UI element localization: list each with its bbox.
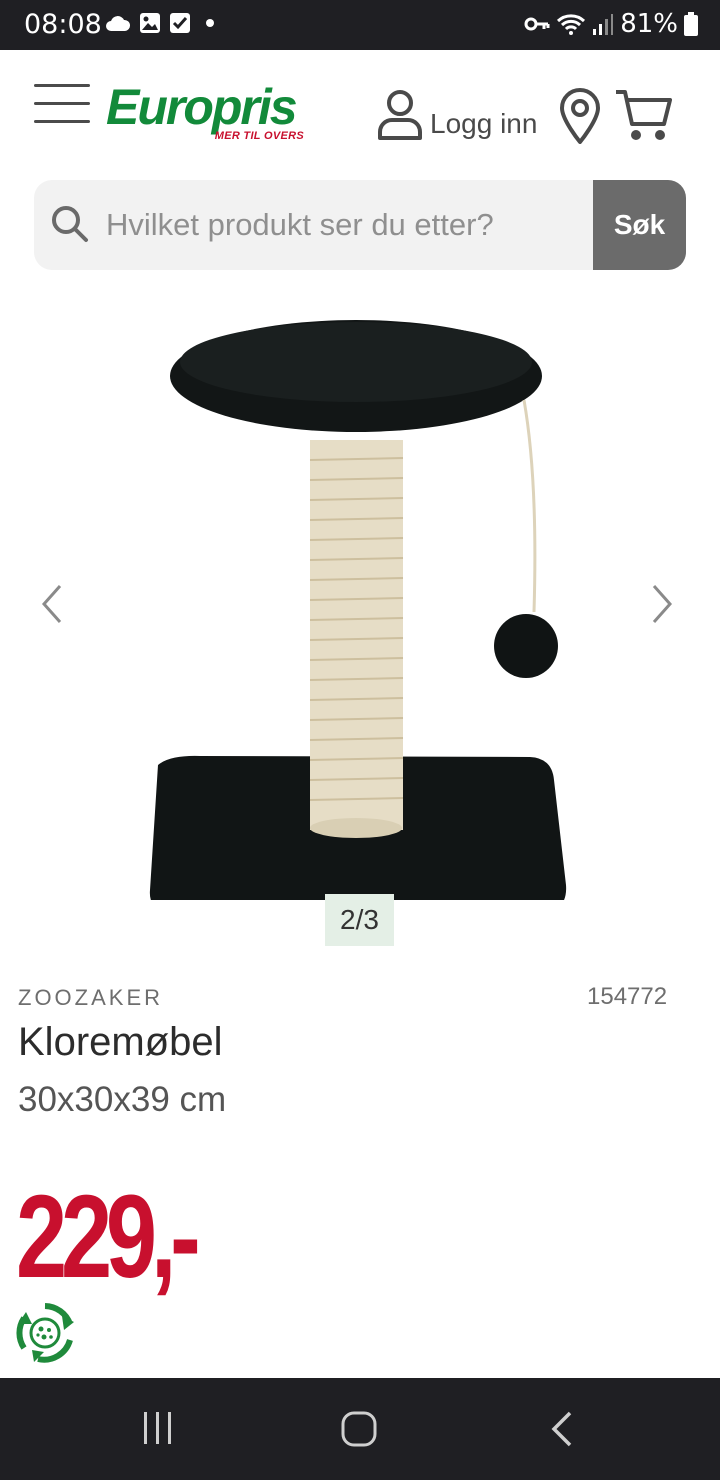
search-bar: Søk — [34, 180, 686, 270]
login-button[interactable]: Logg inn — [376, 88, 537, 140]
site-header: Europris MER TIL OVERS Logg inn — [0, 50, 720, 180]
battery-icon — [684, 12, 698, 36]
product-image — [149, 320, 567, 900]
store-location-icon[interactable] — [558, 88, 602, 144]
cart-icon[interactable] — [614, 88, 674, 144]
logo-text: Europris — [106, 79, 298, 135]
product-price: 229,- — [16, 1171, 201, 1303]
status-bar: 08:08 81% — [0, 0, 720, 50]
product-brand[interactable]: ZOOZAKER — [18, 985, 163, 1011]
menu-line — [34, 120, 90, 123]
search-input[interactable] — [106, 180, 586, 270]
chevron-right-icon[interactable] — [644, 580, 680, 628]
gallery-icon — [140, 13, 160, 33]
product-sku: 154772 — [587, 983, 668, 1010]
checkbox-icon — [170, 13, 190, 33]
chevron-left-icon[interactable] — [34, 580, 70, 628]
logo-tagline: MER TIL OVERS — [214, 130, 304, 142]
login-label: Logg inn — [430, 108, 538, 139]
status-time: 08:08 — [24, 9, 102, 40]
system-navigation-bar — [0, 1378, 720, 1480]
menu-line — [34, 84, 90, 87]
menu-button[interactable] — [34, 84, 90, 126]
user-icon — [378, 90, 422, 140]
cloud-icon — [106, 16, 131, 31]
key-icon — [524, 17, 550, 31]
product-title: Kloremøbel — [18, 1020, 223, 1064]
europris-logo[interactable]: Europris MER TIL OVERS — [106, 80, 310, 150]
search-button[interactable]: Søk — [593, 180, 686, 270]
status-right: 81% — [524, 9, 698, 39]
wifi-icon — [557, 14, 586, 35]
signal-icon — [593, 14, 614, 35]
home-icon[interactable] — [340, 1410, 378, 1448]
notification-icons — [105, 12, 221, 34]
dot-icon — [206, 19, 214, 27]
eco-recycle-icon[interactable] — [14, 1302, 76, 1364]
product-gallery: 2/3 — [0, 280, 720, 960]
image-counter: 2/3 — [325, 894, 394, 946]
back-icon[interactable] — [548, 1410, 578, 1448]
product-size: 30x30x39 cm — [18, 1080, 227, 1119]
recent-apps-icon[interactable] — [140, 1412, 176, 1444]
search-icon — [52, 206, 88, 242]
battery-percent: 81% — [620, 9, 678, 39]
menu-line — [34, 102, 90, 105]
